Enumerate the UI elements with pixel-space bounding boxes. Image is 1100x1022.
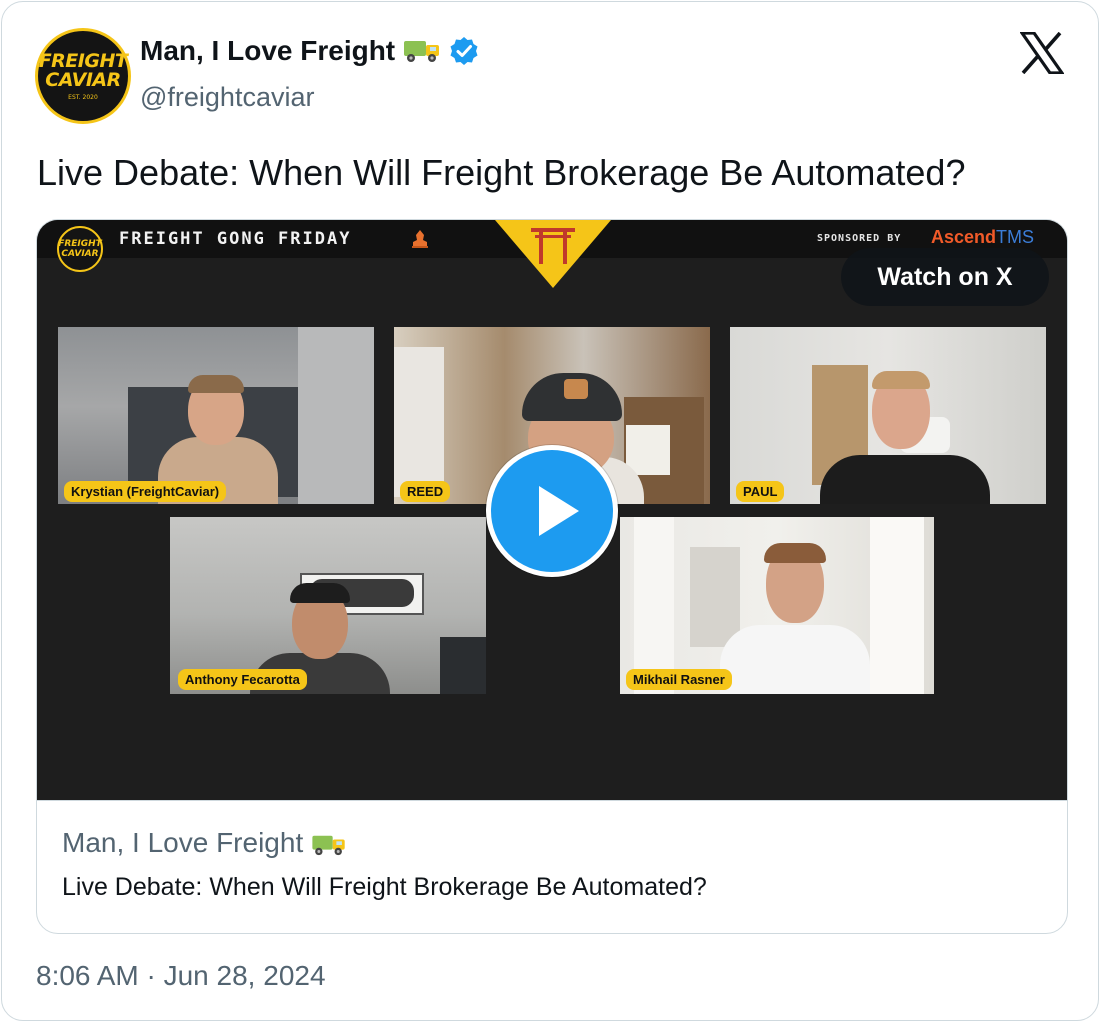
- embed-title: Live Debate: When Will Freight Brokerage…: [62, 873, 707, 901]
- author-handle[interactable]: @freightcaviar: [140, 82, 314, 113]
- sponsor-logo: AscendTMS: [931, 227, 1034, 248]
- sponsor-brand-name: Ascend: [931, 227, 997, 247]
- participant-name: Anthony Fecarotta: [178, 669, 307, 690]
- participant-name: Krystian (FreightCaviar): [64, 481, 227, 502]
- play-icon: [539, 486, 579, 536]
- tweet-card: FREIGHT CAVIAR EST. 2020 Man, I Love Fre…: [1, 1, 1099, 1021]
- show-logo-line2: CAVIAR: [61, 249, 99, 259]
- participant-tile: Krystian (FreightCaviar): [58, 327, 374, 504]
- sponsor-brand-suffix: TMS: [996, 227, 1035, 247]
- author-name[interactable]: Man, I Love Freight: [140, 35, 395, 67]
- truck-icon: [312, 835, 345, 855]
- tweet-text: Live Debate: When Will Freight Brokerage…: [37, 152, 966, 193]
- video-player[interactable]: FREIGHT CAVIAR FREIGHT GONG FRIDAY SPONS…: [37, 220, 1067, 800]
- participant-tile: Mikhail Rasner: [620, 517, 934, 694]
- verified-badge-icon: [450, 37, 478, 65]
- show-logo: FREIGHT CAVIAR: [57, 226, 103, 272]
- show-title: FREIGHT GONG FRIDAY: [119, 229, 352, 249]
- avatar-text-line3: EST. 2020: [68, 93, 98, 101]
- author-name-row: Man, I Love Freight: [140, 35, 479, 67]
- participant-tile: Anthony Fecarotta: [170, 517, 486, 694]
- play-button[interactable]: [486, 445, 618, 577]
- avatar[interactable]: FREIGHT CAVIAR EST. 2020: [35, 28, 131, 124]
- embed-site-name: Man, I Love Freight: [62, 827, 347, 859]
- x-logo-icon[interactable]: [1020, 32, 1064, 74]
- watch-on-x-button[interactable]: Watch on X: [841, 248, 1049, 306]
- gate-emblem-icon: [495, 220, 611, 288]
- truck-icon: [404, 41, 440, 62]
- avatar-text-line2: CAVIAR: [45, 68, 121, 91]
- avatar-text-line1: FREIGHT: [38, 49, 128, 72]
- participant-name: PAUL: [736, 481, 785, 502]
- video-embed-card[interactable]: FREIGHT CAVIAR FREIGHT GONG FRIDAY SPONS…: [36, 219, 1068, 934]
- tweet-timestamp[interactable]: 8:06 AM · Jun 28, 2024: [36, 960, 326, 992]
- participant-tile: PAUL: [730, 327, 1046, 504]
- show-logo-line1: FREIGHT: [58, 239, 102, 249]
- embed-footer[interactable]: Man, I Love Freight Live Debate: When Wi…: [37, 800, 1067, 933]
- gong-icon: [412, 230, 428, 248]
- participant-name: REED: [400, 481, 451, 502]
- sponsored-label: SPONSORED BY: [817, 233, 902, 244]
- embed-site-label: Man, I Love Freight: [62, 827, 304, 858]
- participant-name: Mikhail Rasner: [626, 669, 732, 690]
